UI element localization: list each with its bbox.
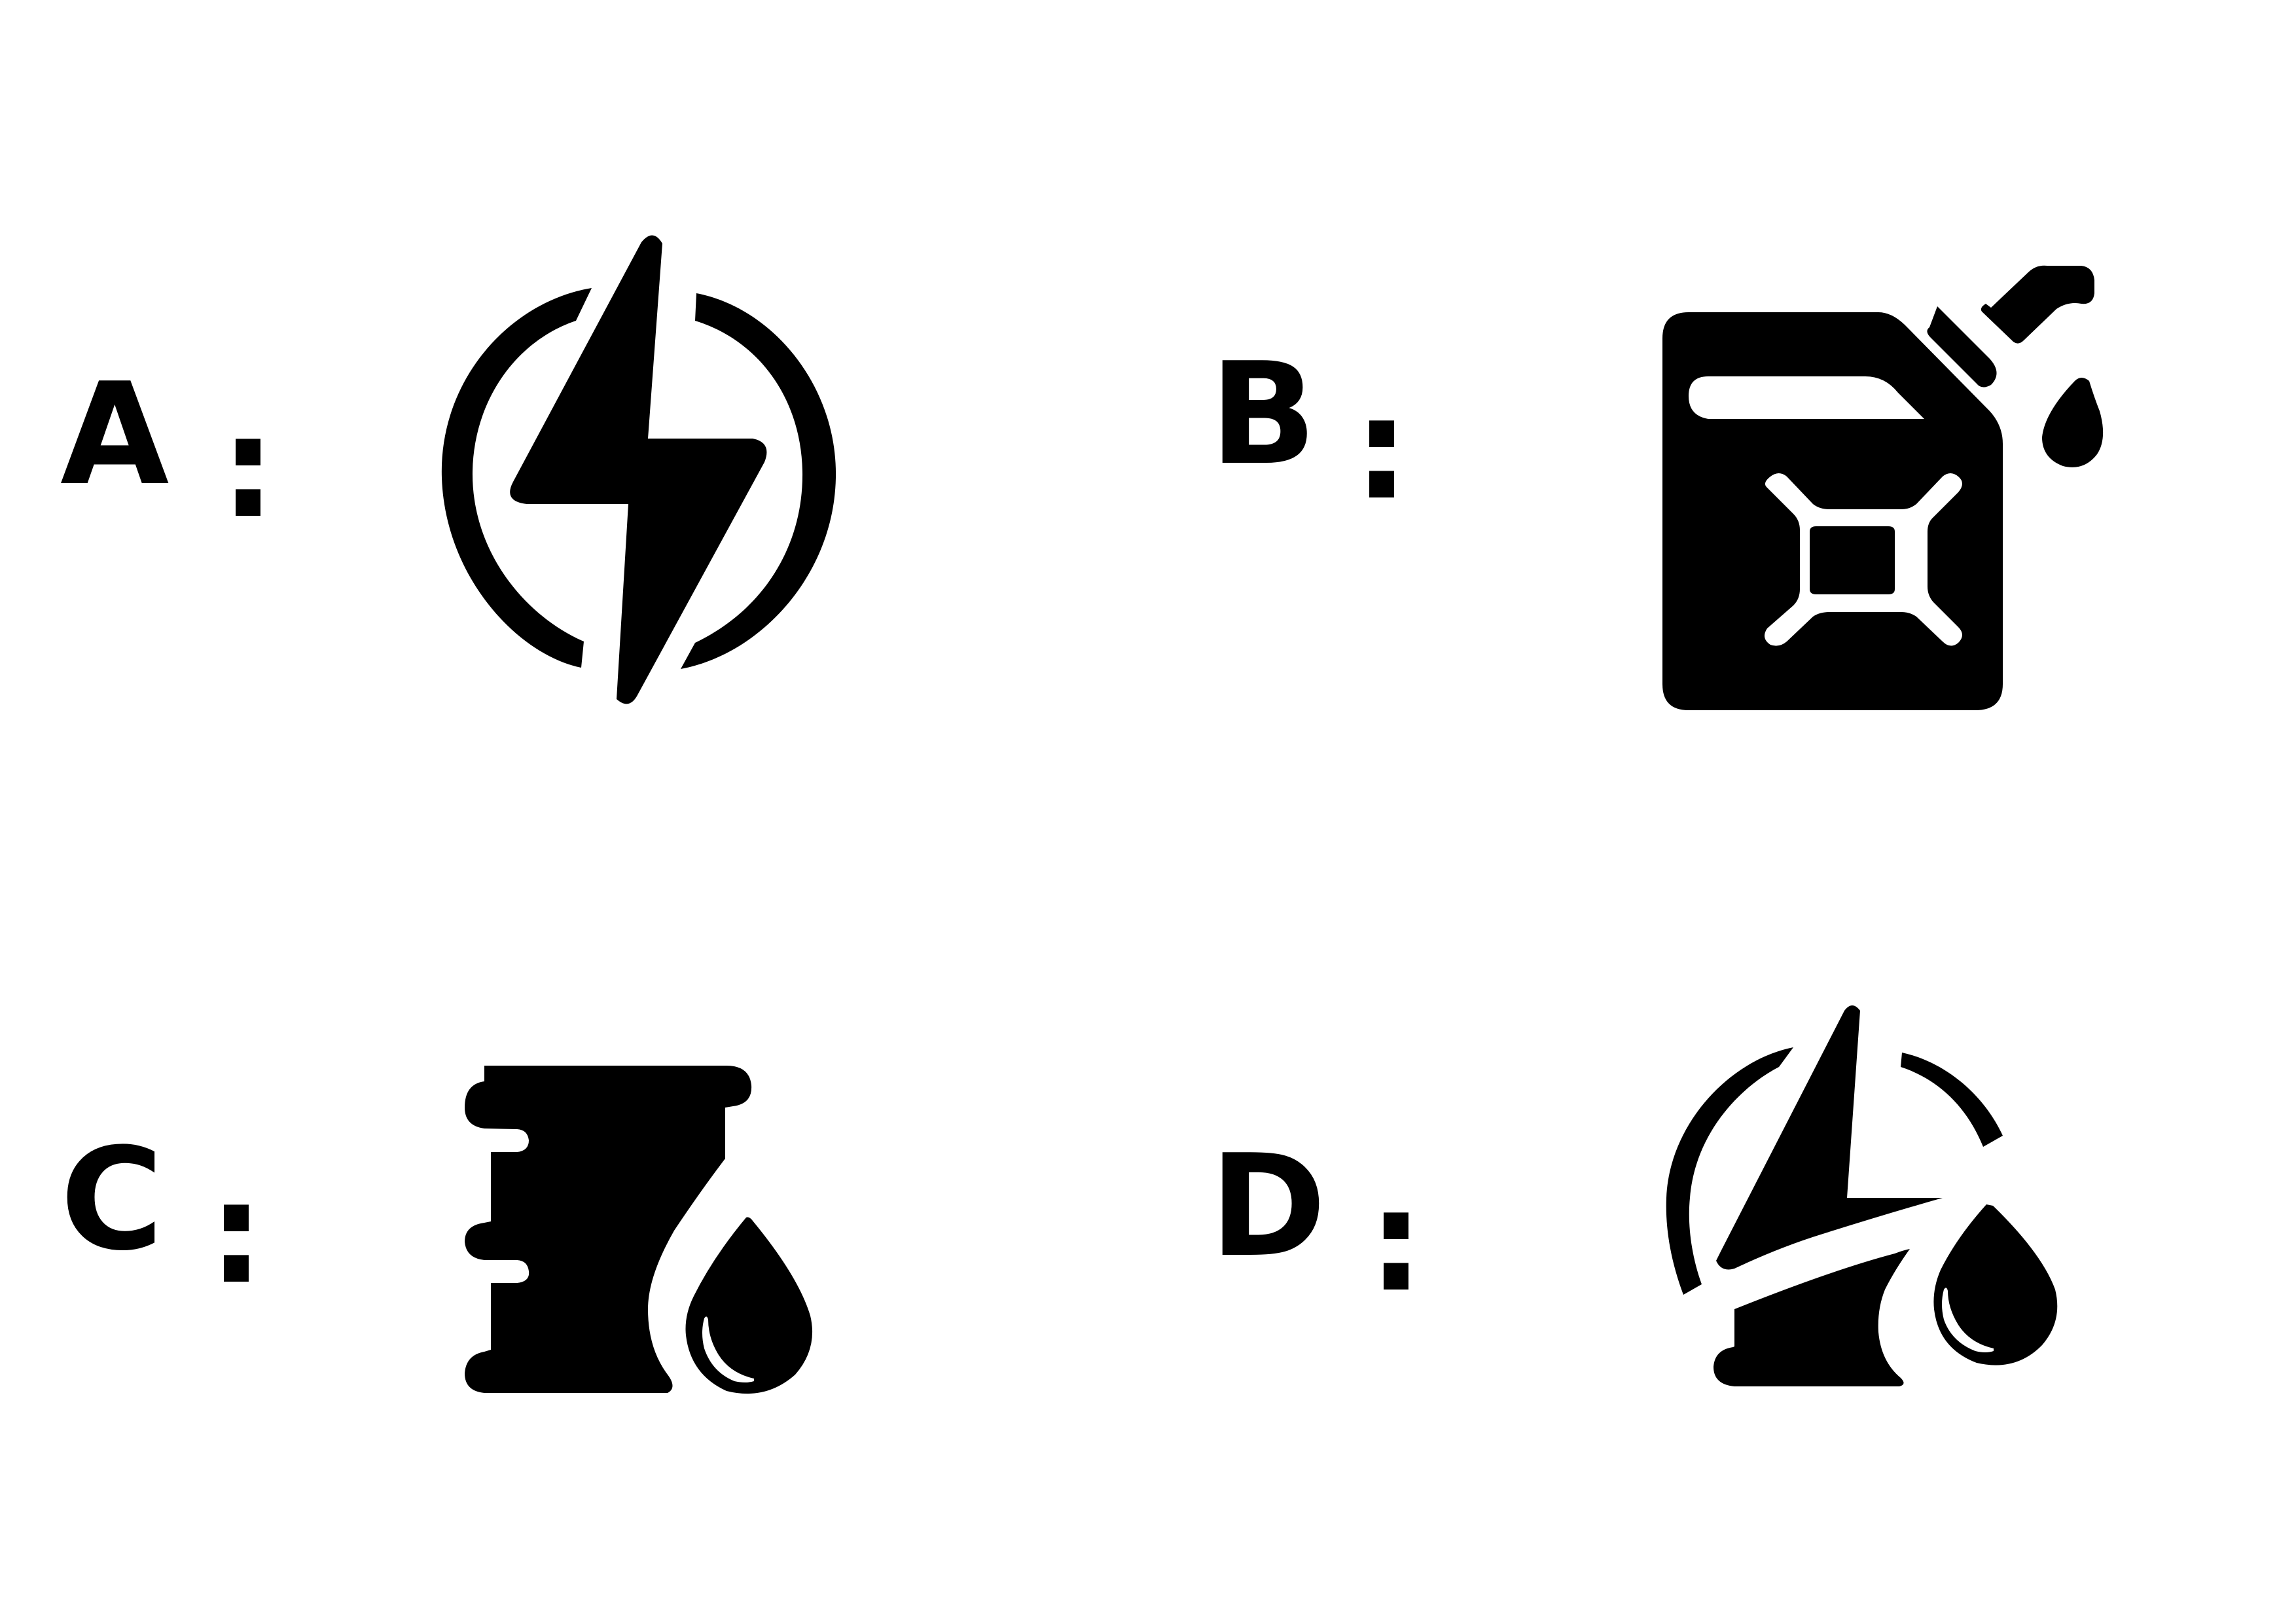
option-b-letter: B bbox=[1210, 332, 1317, 496]
option-a-letter: A bbox=[60, 352, 170, 516]
fuel-jerrycan-drip-icon bbox=[1649, 236, 2147, 720]
option-c-letter: C bbox=[60, 1117, 164, 1282]
energy-renewable-lightning-icon bbox=[419, 223, 864, 733]
energy-and-fuel-combined-icon bbox=[1636, 1001, 2094, 1434]
option-b-separator: : bbox=[1354, 367, 1410, 531]
fuel-can-half-with-drop-icon bbox=[452, 1060, 831, 1440]
option-d-letter: D bbox=[1210, 1124, 1327, 1288]
option-c-separator: : bbox=[208, 1151, 264, 1315]
option-a-separator: : bbox=[220, 385, 276, 549]
option-d-separator: : bbox=[1368, 1159, 1424, 1323]
